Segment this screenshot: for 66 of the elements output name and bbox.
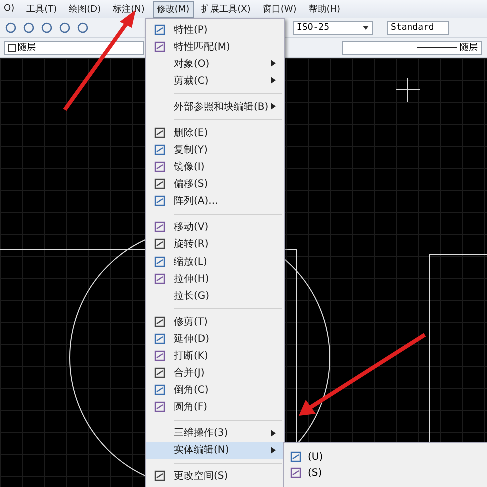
menu-title[interactable]: 修改(M) [152,0,194,18]
tool-icon [154,332,166,345]
menu-title[interactable]: 窗口(W) [258,0,301,18]
tool-icon [154,316,166,328]
menu-item[interactable]: 特性匹配(M) [146,38,284,56]
menu-item[interactable]: 合并(J) [146,364,284,382]
tool-icon [154,195,166,208]
tool-icon [154,367,166,380]
submenu-arrow-icon [271,77,276,84]
menu-title[interactable]: 绘图(D) [65,0,106,18]
menu-item[interactable]: 剪裁(C) [146,72,284,90]
tool-icon [154,126,166,139]
tool-icon [290,451,302,463]
tool-icon [154,221,166,234]
textstyle-dropdown[interactable]: Standard [387,20,449,34]
menu-title[interactable]: 扩展工具(X) [198,0,255,18]
menu-title[interactable]: 工具(T) [22,0,62,18]
menu-item[interactable]: 删除(E) [146,124,284,142]
submenu-arrow-icon [271,60,276,68]
menu-item[interactable]: (U) [284,449,487,465]
dropdown-arrow-icon [363,26,369,30]
tool-icon [154,384,166,396]
tool-icon [154,24,166,36]
menu-item[interactable]: 拉长(G) [146,287,284,304]
submenu-arrow-icon [271,430,276,437]
menu-title[interactable]: 标注(N) [109,0,149,18]
submenu-arrow-icon [271,103,276,110]
menu-item[interactable]: 镜像(I) [146,158,284,176]
menu-item[interactable]: 缩放(L) [146,252,284,270]
menu-title[interactable]: 帮助(H) [304,0,345,18]
tool-icon [154,470,166,482]
menu-item[interactable]: 旋转(R) [146,236,284,253]
menu-title[interactable]: O) [0,2,19,16]
tool-icon [154,238,166,250]
menu-item[interactable]: 实体编辑(N) [146,442,284,459]
menu-item[interactable]: 拉伸(H) [146,270,284,288]
tool-icon [154,40,166,53]
tool-icon [154,161,166,174]
linetype-dropdown[interactable]: 随层 [342,40,482,54]
color-dropdown[interactable]: 随层 [4,40,144,54]
menu-item[interactable]: 修剪(T) [146,313,284,330]
menu-item[interactable]: 对象(O) [146,55,284,72]
tool-icon [154,178,166,190]
tool-icon [154,272,166,285]
menu-item[interactable]: 特性(P) [146,21,284,38]
tool-icon [154,401,166,414]
tool-icon [154,144,166,156]
submenu-arrow-icon [271,446,276,454]
menu-item[interactable]: 移动(V) [146,218,284,236]
menu-item[interactable]: 倒角(C) [146,382,284,399]
menu-item[interactable]: 延伸(D) [146,330,284,348]
tool-icon [290,467,302,479]
menu-item[interactable]: 打断(K) [146,347,284,364]
dimstyle-dropdown[interactable]: ISO-25 [293,20,373,34]
menu-item[interactable]: 外部参照和块编辑(B) [146,98,284,116]
menu-item[interactable]: 圆角(F) [146,398,284,416]
menu-item[interactable]: 复制(Y) [146,141,284,159]
menu-item[interactable]: (S) [284,465,487,481]
color-swatch-icon [8,44,16,52]
tool-icon [154,350,166,362]
menu-item[interactable]: 三维操作(3) [146,424,284,442]
menu-item[interactable]: 偏移(S) [146,176,284,193]
tool-icon [154,256,166,268]
menu-item[interactable]: 阵列(A)... [146,192,284,210]
menu-item[interactable]: 更改空间(S) [146,468,284,485]
line-sample [417,47,457,48]
